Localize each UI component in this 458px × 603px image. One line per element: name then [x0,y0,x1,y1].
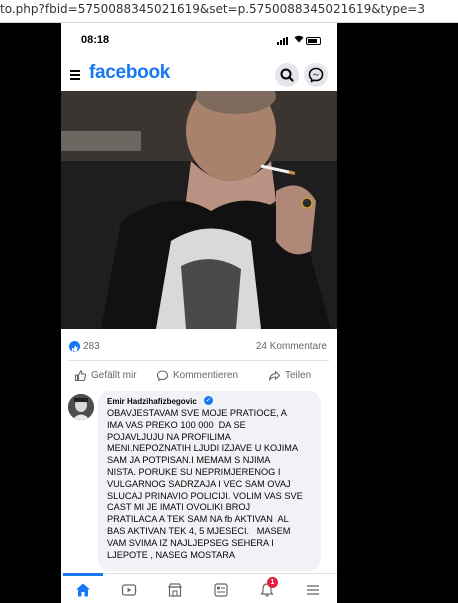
nav-marketplace[interactable] [165,580,185,600]
video-icon [121,584,137,596]
share-button[interactable]: Teilen [268,364,311,386]
comment-label: Kommentieren [173,369,239,381]
search-icon [280,68,294,82]
active-tab-indicator [63,573,103,576]
browser-url-bar[interactable]: to.php?fbid=5750088345021619&set=p.57500… [0,0,458,23]
like-count[interactable]: 283 [83,341,100,352]
post-actions: Gefällt mir Kommentieren Teilen [61,364,337,386]
comment-icon [156,369,169,381]
nav-notifications[interactable]: 1 [257,577,278,600]
nav-menu[interactable] [303,580,323,600]
like-reaction-icon [69,341,80,352]
comments-count[interactable]: 24 Kommentare [256,341,327,352]
comment-text: OBAVJESTAVAM SVE MOJE PRATIOCE, A IMA VA… [107,408,303,560]
signal-icon [277,37,291,45]
url-text: to.php?fbid=5750088345021619&set=p.57500… [0,2,426,16]
search-button[interactable] [275,63,299,87]
share-icon [268,370,281,381]
home-icon [76,583,90,597]
comment-author[interactable]: Emir Hadzihafizbegovic [107,397,197,406]
messenger-button[interactable] [304,63,328,87]
share-label: Teilen [285,369,312,381]
wifi-icon [294,35,304,45]
reactions-row[interactable]: 283 24 Kommentare [61,339,337,357]
nav-video[interactable] [119,580,139,600]
phone-screen: 08:18 facebook 283 24 Kommentare Gefällt… [61,23,337,603]
comment-item: Emir Hadzihafizbegovic ✓ OBAVJESTAVAM SV… [61,391,337,576]
facebook-logo[interactable]: facebook [89,62,170,84]
marketplace-icon [168,583,182,597]
nav-home[interactable] [73,580,93,600]
comment-button[interactable]: Kommentieren [156,364,238,386]
bottom-navigation: 1 [61,573,337,603]
messenger-icon [308,67,324,83]
thumbs-up-icon [74,369,87,381]
nav-feeds[interactable] [211,580,231,600]
reactions-divider [69,360,329,361]
status-bar: 08:18 [61,23,337,59]
feeds-icon [214,583,228,597]
like-label: Gefällt mir [91,369,137,381]
avatar[interactable] [68,394,94,420]
comment-bubble[interactable]: Emir Hadzihafizbegovic ✓ OBAVJESTAVAM SV… [98,391,321,571]
notifications-badge: 1 [267,577,278,588]
battery-icon [306,37,321,45]
hamburger-icon [307,585,319,595]
status-time: 08:18 [81,34,110,46]
post-photo[interactable] [61,91,337,329]
top-navigation: facebook [61,59,337,91]
verified-badge-icon: ✓ [204,396,213,405]
menu-icon[interactable] [70,70,80,80]
like-button[interactable]: Gefällt mir [74,364,137,386]
